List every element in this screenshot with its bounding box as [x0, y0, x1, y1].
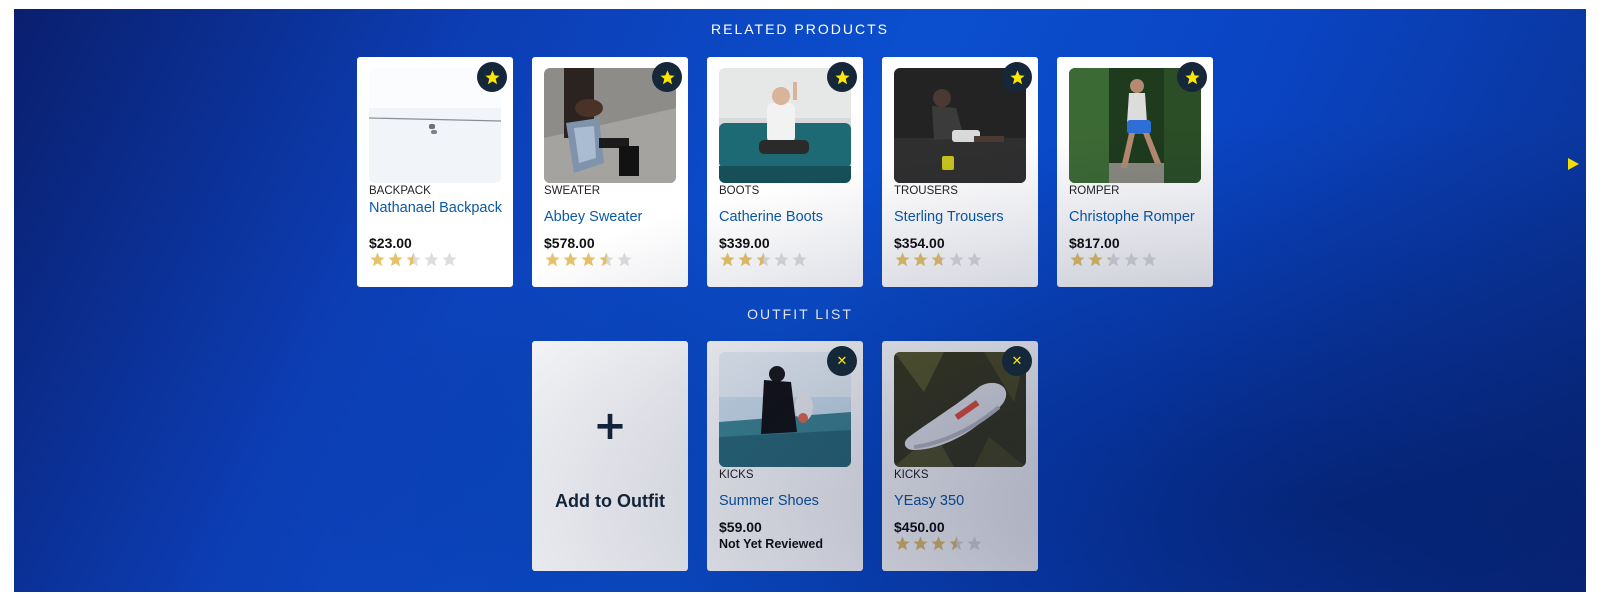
- product-price: $817.00: [1069, 235, 1120, 251]
- rating-star-icon: [792, 252, 807, 267]
- rating-star-icon: [406, 252, 421, 267]
- product-category: BOOTS: [719, 185, 760, 197]
- product-price: $59.00: [719, 519, 762, 535]
- rating-star-icon: [967, 252, 982, 267]
- product-category: KICKS: [894, 469, 929, 481]
- outfit-list-carousel: + Add to Outfit ✕ KICKS Summer Shoes $59…: [14, 341, 1586, 571]
- plus-icon: +: [593, 403, 627, 449]
- favorite-star-icon[interactable]: [1177, 62, 1207, 92]
- rating-star-icon: [756, 252, 771, 267]
- rating-star-icon: [388, 252, 403, 267]
- outfit-list-title: OUTFIT LIST: [747, 306, 853, 322]
- remove-close-icon[interactable]: ✕: [1002, 346, 1032, 376]
- star-rating: [1069, 251, 1158, 268]
- rating-star-icon: [581, 252, 596, 267]
- rating-star-icon: [1088, 252, 1103, 267]
- product-price: $23.00: [369, 235, 412, 251]
- rating-star-icon: [617, 252, 632, 267]
- product-card[interactable]: ROMPER Christophe Romper $817.00: [1057, 57, 1213, 287]
- star-rating: [894, 535, 983, 552]
- review-status: Not Yet Reviewed: [719, 537, 823, 551]
- star-rating: [369, 251, 458, 268]
- favorite-star-icon[interactable]: [1002, 62, 1032, 92]
- rating-star-icon: [370, 252, 385, 267]
- rating-star-icon: [913, 536, 928, 551]
- product-panel: RELATED PRODUCTS BACKPACK Nathanael Back…: [14, 9, 1586, 592]
- favorite-star-icon[interactable]: [827, 62, 857, 92]
- rating-star-icon: [967, 536, 982, 551]
- rating-star-icon: [738, 252, 753, 267]
- star-rating: [894, 251, 983, 268]
- carousel-next-arrow-icon[interactable]: [1565, 156, 1581, 172]
- product-category: KICKS: [719, 469, 754, 481]
- rating-star-icon: [599, 252, 614, 267]
- add-to-outfit-button[interactable]: + Add to Outfit: [532, 341, 688, 571]
- product-price: $578.00: [544, 235, 595, 251]
- rating-star-icon: [949, 536, 964, 551]
- rating-star-icon: [1142, 252, 1157, 267]
- rating-star-icon: [424, 252, 439, 267]
- rating-star-icon: [1106, 252, 1121, 267]
- product-card[interactable]: BOOTS Catherine Boots $339.00: [707, 57, 863, 287]
- rating-star-icon: [1070, 252, 1085, 267]
- product-category: SWEATER: [544, 185, 601, 197]
- related-products-title: RELATED PRODUCTS: [711, 21, 889, 37]
- rating-star-icon: [442, 252, 457, 267]
- product-name-link[interactable]: Catherine Boots: [719, 208, 859, 226]
- close-icon-glyph: ✕: [1011, 353, 1023, 369]
- remove-close-icon[interactable]: ✕: [827, 346, 857, 376]
- rating-star-icon: [895, 536, 910, 551]
- product-name-link[interactable]: Christophe Romper: [1069, 208, 1209, 226]
- product-category: ROMPER: [1069, 185, 1120, 197]
- product-card[interactable]: TROUSERS Sterling Trousers $354.00: [882, 57, 1038, 287]
- rating-star-icon: [931, 536, 946, 551]
- product-price: $339.00: [719, 235, 770, 251]
- product-category: BACKPACK: [369, 185, 431, 197]
- star-rating: [719, 251, 808, 268]
- close-icon-glyph: ✕: [836, 353, 848, 369]
- star-rating: [544, 251, 633, 268]
- rating-star-icon: [774, 252, 789, 267]
- outfit-card[interactable]: ✕ KICKS YEasy 350 $450.00: [882, 341, 1038, 571]
- outfit-card[interactable]: ✕ KICKS Summer Shoes $59.00 Not Yet Revi…: [707, 341, 863, 571]
- product-card[interactable]: BACKPACK Nathanael Backpack $23.00: [357, 57, 513, 287]
- product-name-link[interactable]: YEasy 350: [894, 492, 1034, 510]
- product-name-link[interactable]: Abbey Sweater: [544, 208, 684, 226]
- rating-star-icon: [913, 252, 928, 267]
- product-card[interactable]: SWEATER Abbey Sweater $578.00: [532, 57, 688, 287]
- rating-star-icon: [949, 252, 964, 267]
- rating-star-icon: [545, 252, 560, 267]
- product-price: $354.00: [894, 235, 945, 251]
- product-name-link[interactable]: Sterling Trousers: [894, 208, 1034, 226]
- rating-star-icon: [931, 252, 946, 267]
- rating-star-icon: [895, 252, 910, 267]
- rating-star-icon: [1124, 252, 1139, 267]
- product-price: $450.00: [894, 519, 945, 535]
- add-to-outfit-label: Add to Outfit: [555, 491, 665, 511]
- product-name-link[interactable]: Nathanael Backpack: [369, 199, 509, 217]
- rating-star-icon: [563, 252, 578, 267]
- product-category: TROUSERS: [894, 185, 958, 197]
- favorite-star-icon[interactable]: [652, 62, 682, 92]
- product-name-link[interactable]: Summer Shoes: [719, 492, 859, 510]
- favorite-star-icon[interactable]: [477, 62, 507, 92]
- rating-star-icon: [720, 252, 735, 267]
- related-products-carousel: BACKPACK Nathanael Backpack $23.00 SWEAT…: [14, 57, 1586, 287]
